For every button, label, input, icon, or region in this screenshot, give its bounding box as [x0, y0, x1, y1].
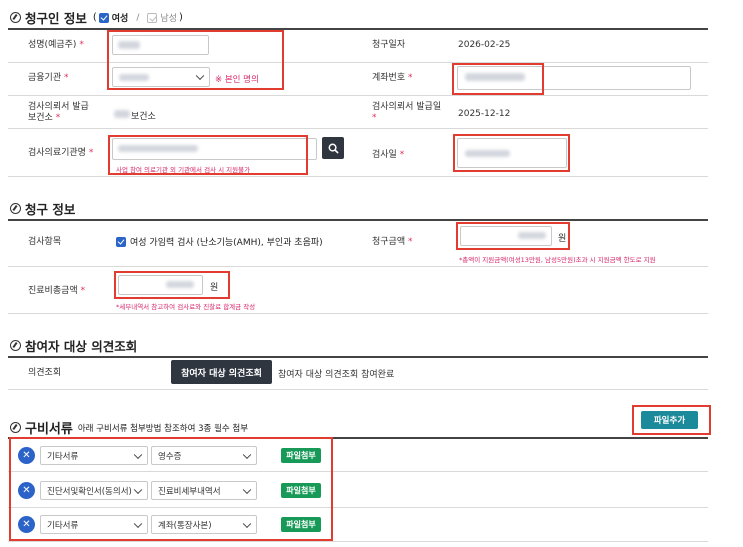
- bank-label: 금융기관 *: [28, 73, 69, 83]
- pencil-icon: [10, 12, 21, 23]
- claim-date-value: 2026-02-25: [458, 40, 511, 50]
- exam-center-label: 검사의뢰서 발급 보건소 *: [28, 102, 89, 123]
- hospital-label: 검사의료기관명 *: [28, 148, 94, 158]
- pencil-icon: [10, 340, 21, 351]
- exam-issue-date-value: 2025-12-12: [458, 109, 511, 119]
- section-docs-title: 구비서류 아래 구비서류 첨부방법 참조하여 3종 필수 첨부: [10, 418, 248, 437]
- exam-date-label: 검사일 *: [372, 150, 405, 160]
- highlight-box: [452, 63, 544, 95]
- hospital-search-button[interactable]: [322, 137, 344, 159]
- search-icon: [328, 143, 339, 154]
- section-claimant-title: 청구인 정보 ( 여성 / 남성 ): [10, 8, 183, 27]
- highlight-box: [114, 271, 230, 299]
- exam-center-value: 보건소: [131, 112, 156, 122]
- highlight-box: [456, 222, 570, 250]
- item-label: 검사항목: [28, 237, 62, 247]
- gender-female-checkbox[interactable]: [98, 12, 109, 23]
- highlight-box: [108, 135, 308, 175]
- divider: [8, 128, 708, 129]
- divider: [8, 95, 708, 96]
- exam-issue-date-label: 검사의뢰서 발급일 *: [372, 102, 442, 123]
- item-checkbox-row[interactable]: 여성 가임력 검사 (난소기능(AMH), 부인과 초음파): [116, 235, 323, 248]
- claim-date-label: 청구일자: [372, 40, 406, 50]
- opinion-button[interactable]: 참여자 대상 의견조회: [171, 360, 272, 384]
- divider: [8, 541, 708, 542]
- pencil-icon: [10, 203, 21, 214]
- gender-options: (: [92, 12, 97, 23]
- name-label: 성명(예금주) *: [28, 40, 84, 50]
- section-claim-title: 청구 정보: [10, 199, 75, 218]
- divider: [8, 219, 708, 221]
- pencil-icon: [10, 422, 21, 433]
- highlight-box: [632, 405, 711, 435]
- highlight-box: [9, 437, 333, 541]
- highlight-box: [453, 134, 570, 172]
- opinion-label: 의견조회: [28, 368, 62, 378]
- total-label: 진료비총금액 *: [28, 286, 86, 296]
- divider: [8, 313, 708, 314]
- amount-label: 청구금액 *: [372, 237, 413, 247]
- divider: [8, 356, 708, 358]
- amount-note: *총액이 지원금액(여성13만원, 남성5만원)초과 시 지원금액 한도로 지원: [459, 256, 656, 264]
- gender-male-checkbox[interactable]: [147, 12, 158, 23]
- highlight-box: [107, 30, 284, 90]
- total-note: *세부내역서 참고하여 검사료와 진찰료 합계금 작성: [116, 303, 256, 311]
- section-opinion-title: 참여자 대상 의견조회: [10, 336, 137, 355]
- account-label: 계좌번호 *: [372, 73, 413, 83]
- opinion-status: 참여자 대상 의견조회 참여완료: [278, 370, 395, 380]
- item-checkbox[interactable]: [116, 236, 126, 247]
- masked-value: [114, 110, 130, 118]
- divider: [8, 389, 708, 390]
- divider: [8, 176, 708, 177]
- divider: [8, 266, 708, 267]
